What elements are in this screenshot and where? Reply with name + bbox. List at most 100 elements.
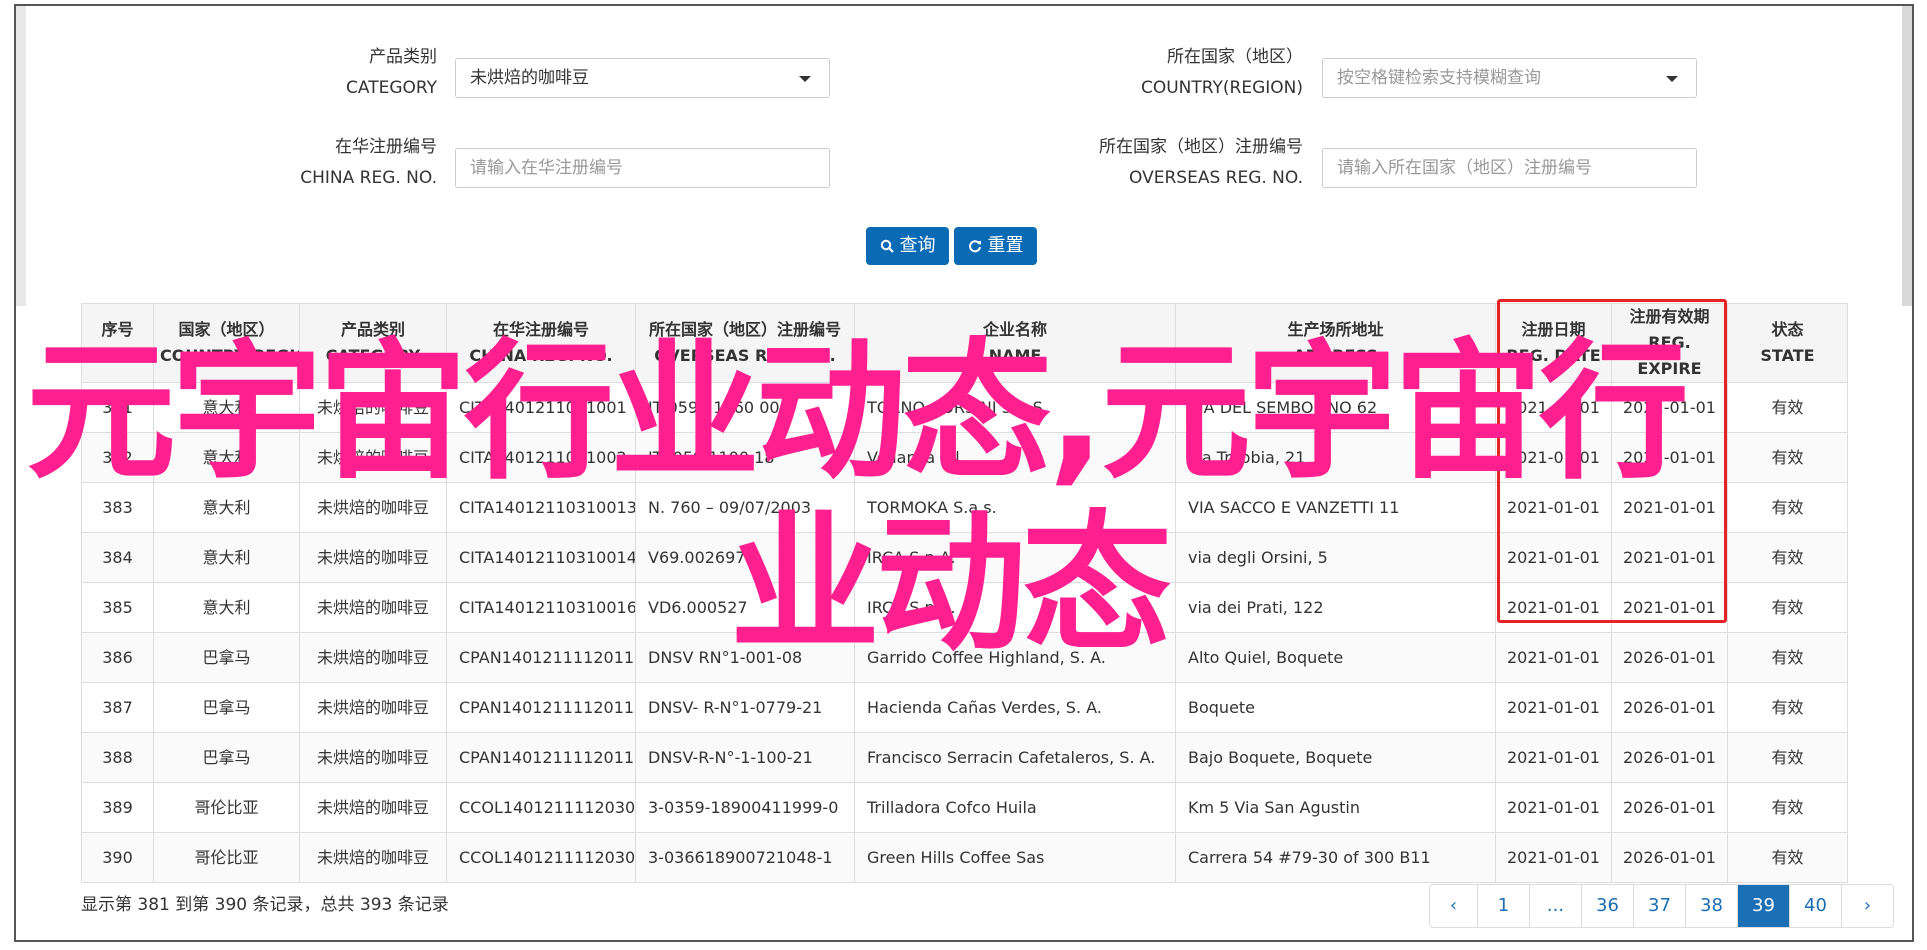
cell-address: Alto Quiel, Boquete	[1175, 632, 1496, 683]
table-row[interactable]: 383 意大利 未烘焙的咖啡豆 CITA14012110310013 N. 760 – …	[81, 482, 1848, 533]
cell-state: 有效	[1727, 432, 1848, 483]
table-row[interactable]: 381 意大利 未烘焙的咖啡豆 CITA1401211031001 IT 0595 11…	[81, 382, 1848, 433]
col-header-reg-date[interactable]: 注册日期 REG. DATE	[1495, 303, 1612, 383]
cell-category: 未烘焙的咖啡豆	[299, 432, 447, 483]
col-header-name[interactable]: 企业名称 NAME	[854, 303, 1176, 383]
country-select[interactable]: 按空格键检索支持模糊查询	[1322, 58, 1697, 98]
cell-no: 381	[81, 382, 154, 433]
cell-name: Garrido Coffee Highland, S. A.	[854, 632, 1176, 683]
country-label-en: COUNTRY(REGION)	[1140, 78, 1303, 98]
cell-address: Boquete	[1175, 682, 1496, 733]
cell-name: Hacienda Cañas Verdes, S. A.	[854, 682, 1176, 733]
cell-reg-date: 2021-01-01	[1495, 532, 1612, 583]
cell-reg-date: 2021-01-01	[1495, 582, 1612, 633]
china-reg-placeholder: 请输入在华注册编号	[470, 158, 623, 178]
cell-reg-expire: 2021-01-01	[1611, 532, 1728, 583]
chevron-down-icon	[799, 76, 811, 82]
col-header-cn: 状态	[1771, 320, 1804, 339]
col-header-address[interactable]: 生产场所地址 ADDRESS	[1175, 303, 1496, 383]
page-button[interactable]: 38	[1685, 885, 1737, 927]
china-reg-label: 在华注册编号 CHINA REG. NO.	[240, 132, 437, 194]
table-row[interactable]: 386 巴拿马 未烘焙的咖啡豆 CPAN14012111120111 DNSV RN°1…	[81, 632, 1848, 683]
cell-china-reg: CITA1401211031002	[446, 432, 636, 483]
country-label: 所在国家（地区） COUNTRY(REGION)	[1050, 42, 1303, 104]
cell-country: 巴拿马	[153, 732, 300, 783]
cell-name: TORNO CORSINI S.A.S	[854, 382, 1176, 433]
cell-category: 未烘焙的咖啡豆	[299, 732, 447, 783]
query-button[interactable]: 查询	[866, 227, 949, 265]
cell-overseas-reg: VD6.000527	[635, 582, 855, 633]
cell-overseas-reg: DNSV- R-N°1-0779-21	[635, 682, 855, 733]
cell-address: VIA SACCO E VANZETTI 11	[1175, 482, 1496, 533]
col-header-en: STATE	[1760, 346, 1815, 365]
col-header-reg-expire[interactable]: 注册有效期 REG. EXPIRE	[1611, 303, 1728, 383]
cell-china-reg: CCOL14012111120303	[446, 782, 636, 833]
cell-country: 意大利	[153, 382, 300, 433]
table-row[interactable]: 389 哥伦比亚 未烘焙的咖啡豆 CCOL14012111120303 3-0359-1…	[81, 782, 1848, 833]
table-row[interactable]: 385 意大利 未烘焙的咖啡豆 CITA14012110310016 VD6.00052…	[81, 582, 1848, 633]
china-reg-label-en: CHINA REG. NO.	[300, 168, 437, 188]
cell-no: 383	[81, 482, 154, 533]
cell-address: via degli Orsini, 5	[1175, 532, 1496, 583]
cell-state: 有效	[1727, 582, 1848, 633]
col-header-en: NO.	[101, 346, 134, 365]
cell-reg-expire: 2021-01-01	[1611, 382, 1728, 433]
col-header-cn: 企业名称	[982, 320, 1047, 339]
cell-no: 389	[81, 782, 154, 833]
table-row[interactable]: 384 意大利 未烘焙的咖啡豆 CITA14012110310014 V69.00269…	[81, 532, 1848, 583]
cell-no: 387	[81, 682, 154, 733]
col-header-overseas-reg[interactable]: 所在国家（地区）注册编号 OVERSEAS REG. NO.	[635, 303, 855, 383]
col-header-en: CATEGORY	[325, 346, 421, 365]
right-scrollbar[interactable]	[1902, 6, 1912, 306]
results-table: 序号 NO. 国家（地区） COUNTRY(REGIO... 产品类别 CATEGOR…	[81, 303, 1848, 883]
page-button[interactable]: ...	[1529, 885, 1581, 927]
cell-no: 385	[81, 582, 154, 633]
overseas-reg-label-en: OVERSEAS REG. NO.	[1129, 168, 1303, 188]
cell-state: 有效	[1727, 632, 1848, 683]
page-button[interactable]: 39	[1737, 885, 1789, 927]
cell-no: 390	[81, 832, 154, 883]
cell-category: 未烘焙的咖啡豆	[299, 632, 447, 683]
table-row[interactable]: 388 巴拿马 未烘焙的咖啡豆 CPAN14012111120113 DNSV-R-N°…	[81, 732, 1848, 783]
col-header-category[interactable]: 产品类别 CATEGORY	[299, 303, 447, 383]
col-header-en: NAME	[988, 346, 1042, 365]
cell-overseas-reg: DNSV-R-N°-1-100-21	[635, 732, 855, 783]
page-button[interactable]: 1	[1477, 885, 1529, 927]
country-select-placeholder: 按空格键检索支持模糊查询	[1337, 68, 1541, 88]
cell-reg-expire: 2026-01-01	[1611, 832, 1728, 883]
cell-country: 意大利	[153, 582, 300, 633]
left-scrollbar[interactable]	[16, 6, 26, 306]
cell-reg-date: 2021-01-01	[1495, 732, 1612, 783]
table-row[interactable]: 387 巴拿马 未烘焙的咖啡豆 CPAN14012111120112 DNSV- R-N…	[81, 682, 1848, 733]
table-row[interactable]: 390 哥伦比亚 未烘焙的咖啡豆 CCOL14012111120304 3-036618…	[81, 832, 1848, 883]
table-body: 381 意大利 未烘焙的咖啡豆 CITA1401211031001 IT 0595 11…	[81, 382, 1848, 883]
cell-reg-expire: 2021-01-01	[1611, 432, 1728, 483]
next-page-button[interactable]: ›	[1841, 885, 1893, 927]
cell-address: via dei Prati, 122	[1175, 582, 1496, 633]
page-button[interactable]: 37	[1633, 885, 1685, 927]
record-summary: 显示第 381 到第 390 条记录，总共 393 条记录	[81, 895, 449, 915]
cell-country: 意大利	[153, 482, 300, 533]
col-header-no[interactable]: 序号 NO.	[81, 303, 154, 383]
cell-reg-date: 2021-01-01	[1495, 482, 1612, 533]
prev-page-button[interactable]: ‹	[1430, 885, 1477, 927]
page-button[interactable]: 40	[1789, 885, 1841, 927]
cell-no: 382	[81, 432, 154, 483]
china-reg-label-cn: 在华注册编号	[335, 137, 437, 157]
category-select[interactable]: 未烘焙的咖啡豆	[455, 58, 830, 98]
cell-name: TORMOKA S.a.s.	[854, 482, 1176, 533]
col-header-china-reg[interactable]: 在华注册编号 CHINA REG. NO.	[446, 303, 636, 383]
china-reg-input[interactable]: 请输入在华注册编号	[455, 148, 830, 188]
chevron-down-icon	[1666, 76, 1678, 82]
cell-state: 有效	[1727, 732, 1848, 783]
col-header-country[interactable]: 国家（地区） COUNTRY(REGIO...	[153, 303, 300, 383]
table-row[interactable]: 382 意大利 未烘焙的咖啡豆 CITA1401211031002 IT2059 110…	[81, 432, 1848, 483]
cell-name: Trilladora Cofco Huila	[854, 782, 1176, 833]
cell-reg-date: 2021-01-01	[1495, 782, 1612, 833]
page-button[interactable]: 36	[1581, 885, 1633, 927]
col-header-state[interactable]: 状态 STATE	[1727, 303, 1848, 383]
reset-button[interactable]: 重置	[954, 227, 1037, 265]
cell-name: Francisco Serracin Cafetaleros, S. A.	[854, 732, 1176, 783]
col-header-cn: 序号	[101, 320, 134, 339]
overseas-reg-input[interactable]: 请输入所在国家（地区）注册编号	[1322, 148, 1697, 188]
